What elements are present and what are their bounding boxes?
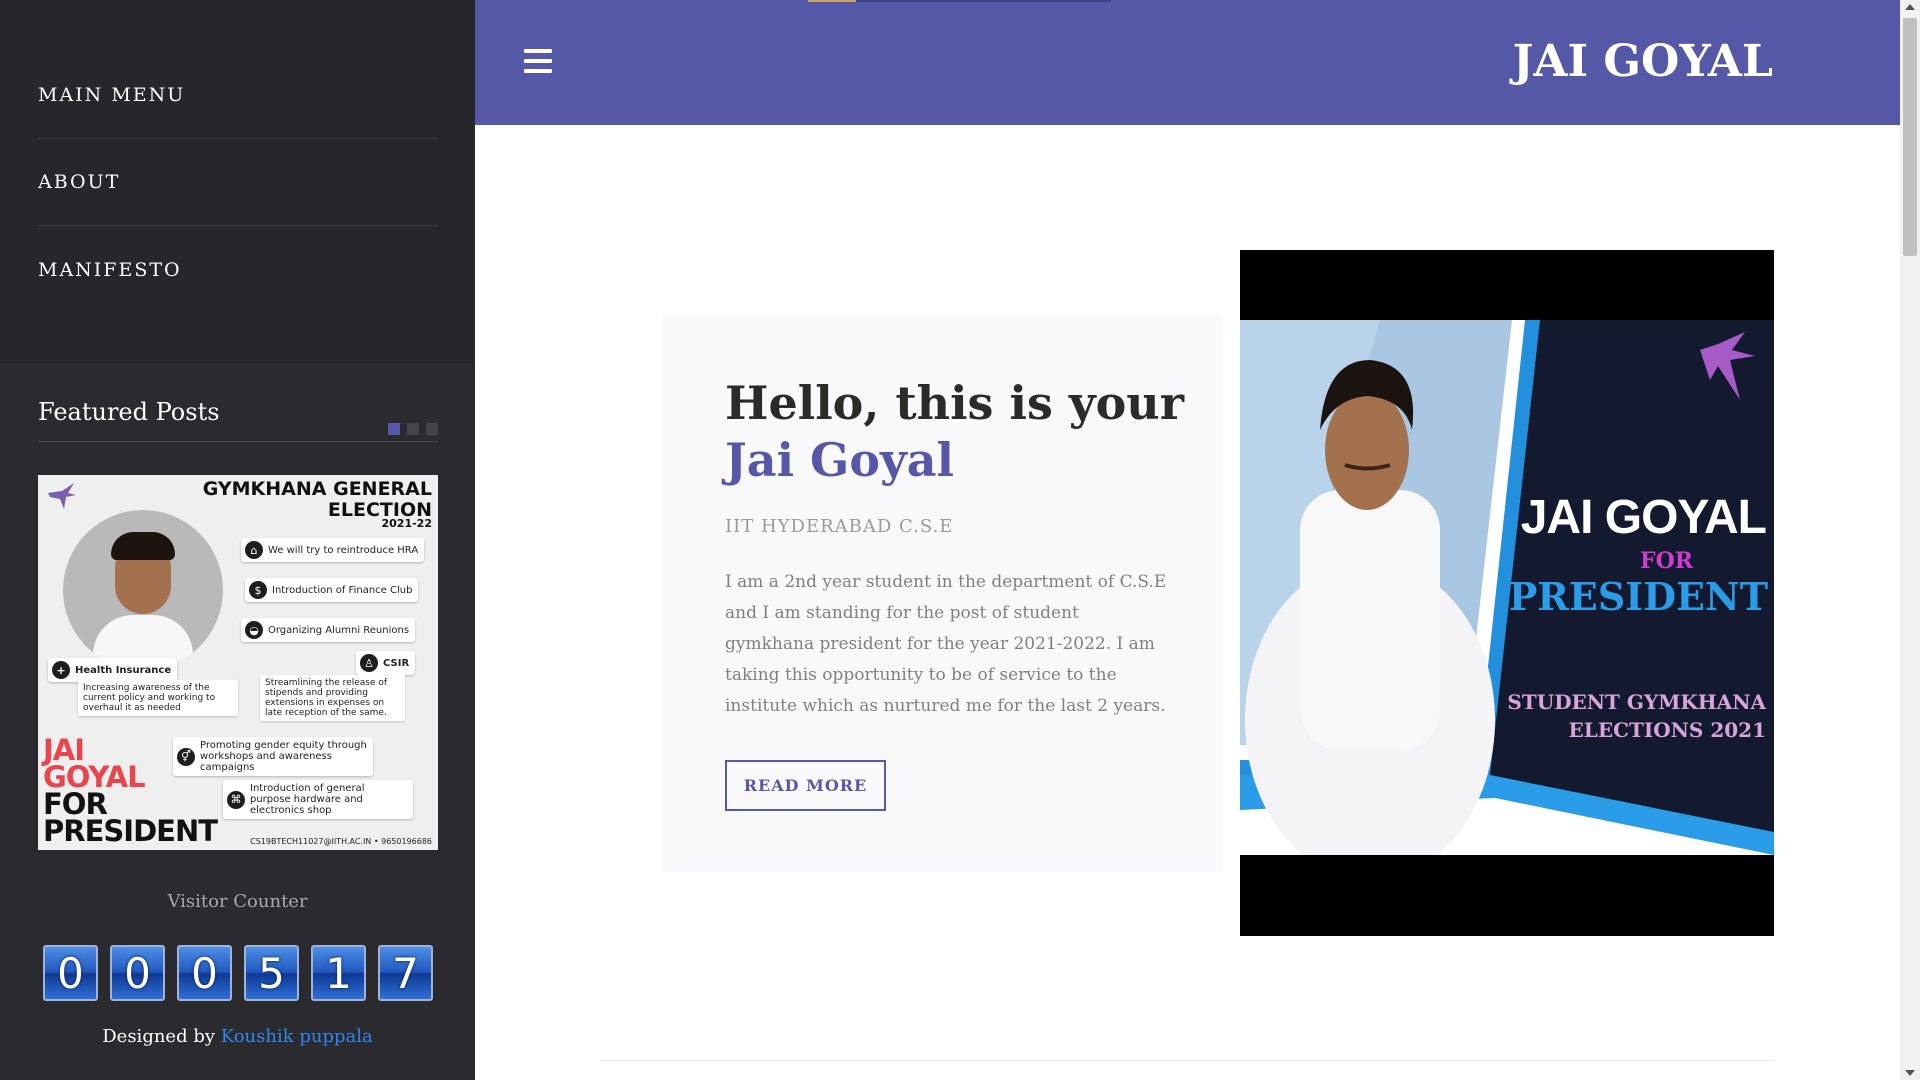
featured-posts-title: Featured Posts [38,398,220,426]
designer-link[interactable]: Koushik puppala [221,1026,373,1047]
poster-point-detail: Streamlining the release of stipends and… [260,675,405,721]
counter-digit: 0 [110,945,165,1001]
slider-dot-2[interactable] [407,423,419,435]
counter-digit: 7 [378,945,433,1001]
hummingbird-logo-icon [48,483,76,509]
hero-description: I am a 2nd year student in the departmen… [725,572,1167,716]
sidebar-item-about[interactable]: ABOUT [38,139,438,226]
sidebar: MAIN MENU ABOUT MANIFESTO Featured Posts… [0,0,475,1080]
poster-contact: CS19BTECH11027@IITH.AC.IN • 9650196686 [250,837,432,846]
sidebar-nav: MAIN MENU ABOUT MANIFESTO [0,0,475,363]
poster-slogan: JAI GOYAL FOR PRESIDENT [43,733,218,848]
poster-position: PRESIDENT [1508,574,1768,619]
site-title[interactable]: JAI GOYAL [1513,36,1773,87]
scroll-down-arrow-icon[interactable] [1905,1070,1915,1076]
poster-year: 2021-22 [381,517,433,530]
poster-point: ⌘ Introduction of general purpose hardwar… [223,780,413,819]
hamburger-menu-icon[interactable] [524,49,552,73]
slider-dot-1[interactable] [388,423,400,435]
poster-subtitle-line2: ELECTIONS 2021 [1568,718,1766,742]
section-divider [600,1060,1774,1061]
counter-digit: 5 [244,945,299,1001]
page-scrollbar[interactable] [1900,0,1920,1080]
visitor-counter: 0 0 0 5 1 7 [43,945,433,1001]
poster-point: + Health Insurance [48,658,178,682]
poster-point: ◒ Organizing Alumni Reunions [241,618,416,642]
poster-point: ♙ CSIR [356,651,416,675]
poster-candidate-name: JAI GOYAL [1520,491,1767,544]
reading-progress-bar [808,0,856,2]
counter-digit: 0 [43,945,98,1001]
visitor-counter-label: Visitor Counter [167,891,308,912]
credit-prefix: Designed by [102,1026,221,1047]
read-more-button[interactable]: READ MORE [725,760,886,811]
slider-dot-3[interactable] [426,423,438,435]
campaign-poster-image: JAI GOYAL FOR PRESIDENT STUDENT GYMKHANA… [1240,250,1774,936]
scroll-up-arrow-icon[interactable] [1905,4,1915,10]
hero-title: Hello, this is your Jai Goyal [725,376,1184,487]
poster-heading: GYMKHANA GENERAL ELECTION [202,478,432,521]
scroll-thumb[interactable] [1903,18,1917,256]
poster-point-detail: Increasing awareness of the current poli… [78,680,238,716]
top-header: JAI GOYAL [475,0,1900,125]
poster-point: ⌂ We will try to reintroduce HRA [241,538,425,562]
featured-post-image[interactable]: GYMKHANA GENERAL ELECTION 2021-22 ⌂ We wi… [38,475,438,850]
counter-digit: 0 [177,945,232,1001]
poster-for-text: FOR [1640,548,1694,574]
candidate-photo-circle [63,510,223,670]
sidebar-item-manifesto[interactable]: MANIFESTO [38,226,438,313]
poster-point: $ Introduction of Finance Club [245,578,419,602]
hero-subtitle: IIT HYDERABAD C.S.E [725,516,954,537]
featured-divider [38,441,438,442]
poster-subtitle-line1: STUDENT GYMKHANA [1507,690,1766,714]
sidebar-item-main-menu[interactable]: MAIN MENU [38,52,438,139]
designer-credit: Designed by Koushik puppala [0,1026,475,1047]
counter-digit: 1 [311,945,366,1001]
slider-dots [388,423,438,435]
